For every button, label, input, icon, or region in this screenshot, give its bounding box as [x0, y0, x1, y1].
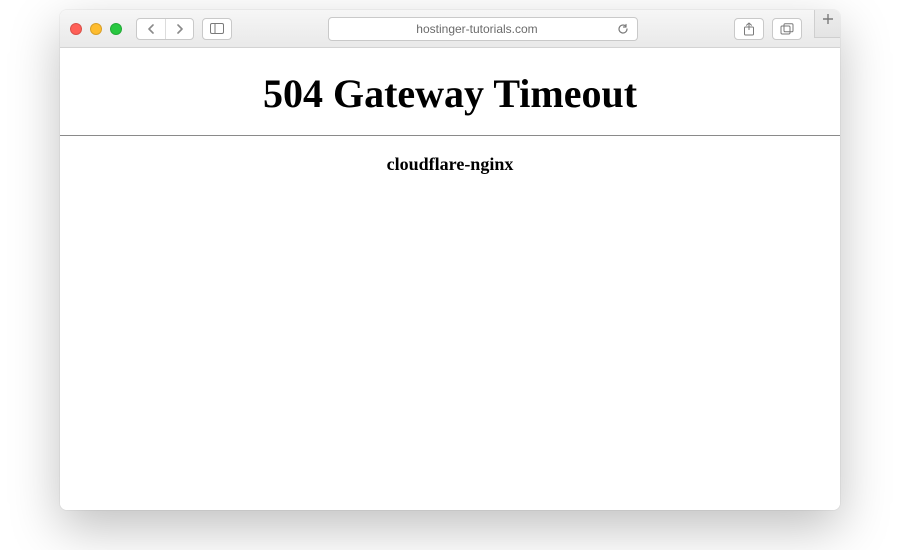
- share-icon: [743, 22, 755, 36]
- chevron-right-icon: [176, 24, 184, 34]
- chevron-left-icon: [147, 24, 155, 34]
- address-bar[interactable]: hostinger-tutorials.com: [328, 17, 638, 41]
- back-button[interactable]: [137, 19, 165, 39]
- share-button[interactable]: [734, 18, 764, 40]
- server-identifier-text: cloudflare-nginx: [60, 154, 840, 175]
- forward-button[interactable]: [165, 19, 193, 39]
- tabs-overview-button[interactable]: [772, 18, 802, 40]
- nav-back-forward-group: [136, 18, 194, 40]
- sidebar-toggle-button[interactable]: [202, 18, 232, 40]
- address-bar-text: hostinger-tutorials.com: [337, 22, 617, 36]
- fullscreen-window-button[interactable]: [110, 23, 122, 35]
- plus-icon: [822, 13, 834, 25]
- page-viewport[interactable]: 504 Gateway Timeout cloudflare-nginx: [60, 48, 840, 510]
- minimize-window-button[interactable]: [90, 23, 102, 35]
- browser-window: hostinger-tutorials.com: [60, 10, 840, 510]
- horizontal-rule: [60, 135, 840, 136]
- window-controls: [70, 23, 122, 35]
- reload-icon[interactable]: [617, 23, 629, 35]
- window-titlebar: hostinger-tutorials.com: [60, 10, 840, 48]
- address-bar-container: hostinger-tutorials.com: [240, 17, 726, 41]
- tabs-icon: [780, 23, 794, 35]
- sidebar-icon: [210, 23, 224, 34]
- toolbar-right-group: [734, 18, 802, 40]
- close-window-button[interactable]: [70, 23, 82, 35]
- new-tab-button[interactable]: [814, 10, 840, 38]
- error-title: 504 Gateway Timeout: [60, 70, 840, 117]
